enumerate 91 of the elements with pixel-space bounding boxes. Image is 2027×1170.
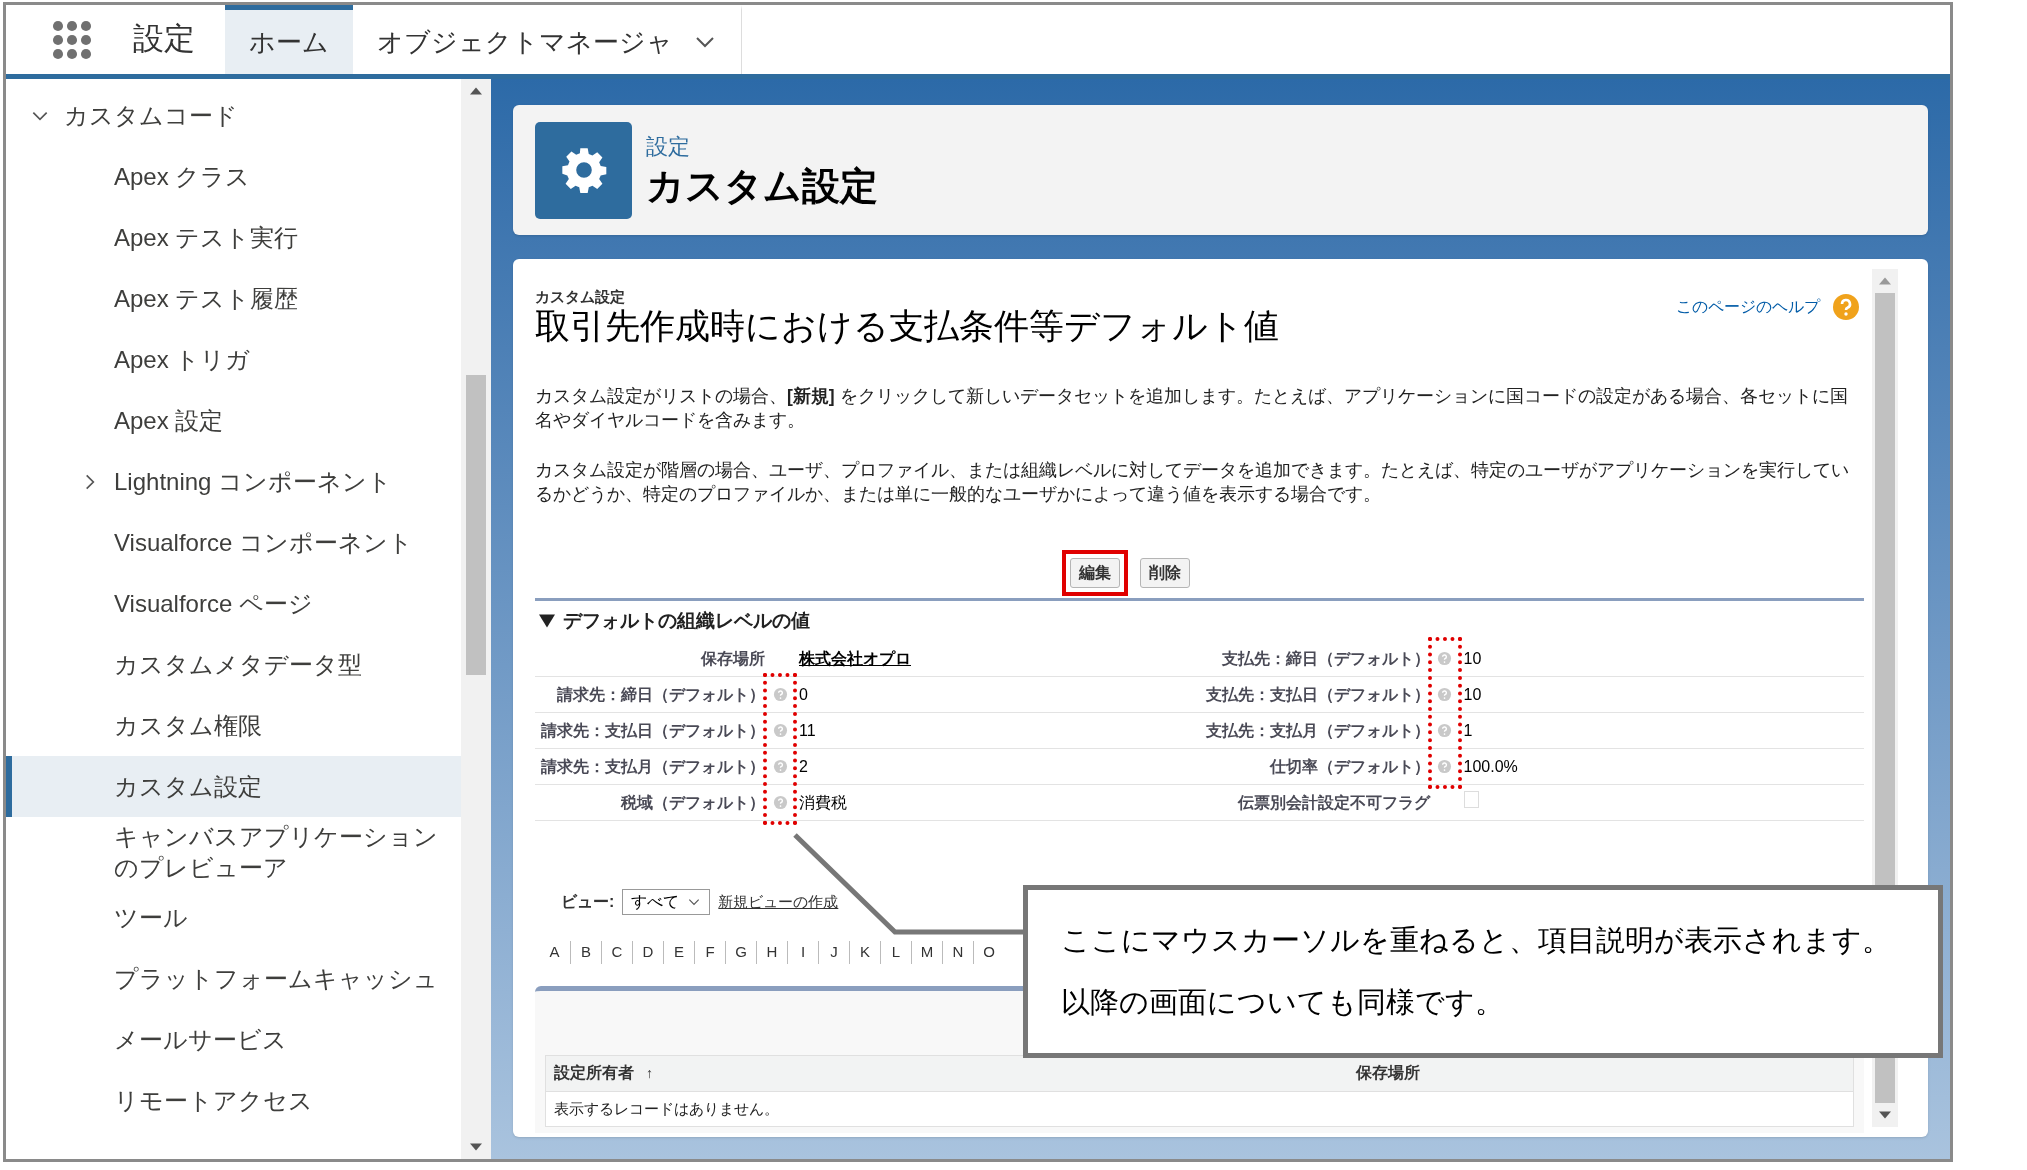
view-select[interactable]: すべて [622,889,711,916]
field-label: 伝票別会計設定不可フラグ [1236,792,1430,813]
column-header[interactable]: 設定所有者 [554,1061,634,1086]
alphabet-link[interactable]: J [818,941,849,964]
scroll-down-icon[interactable] [1879,1111,1891,1119]
action-button[interactable]: 編集 [1069,557,1120,588]
checkbox[interactable] [1463,790,1479,808]
field-value: 2 [799,757,808,775]
field-label: 請求先：支払月（デフォルト） [540,756,765,777]
view-label: ビュー: [561,892,615,913]
alphabet-link[interactable]: K [849,941,880,964]
nav-tab[interactable]: オブジェクトマネージャ [353,5,742,74]
field-label: 仕切率（デフォルト） [1268,756,1430,777]
field-value: 10 [1463,649,1482,667]
sidebar-item[interactable]: ツール [6,887,461,948]
sidebar-item[interactable]: リモートアクセス [6,1070,461,1131]
help-icon[interactable] [772,687,788,703]
app-launcher-icon[interactable] [51,18,93,61]
alphabet-link[interactable]: G [725,941,756,964]
field-value: 10 [1463,685,1482,703]
settings-icon [535,121,632,219]
help-icon[interactable] [772,759,788,775]
page-title: カスタム設定 [646,163,878,209]
help-icon[interactable] [1437,651,1452,667]
alphabet-link[interactable]: N [942,941,973,964]
field-value: 11 [799,721,816,739]
field-value: 0 [799,685,808,703]
sidebar-item[interactable]: Lightning コンポーネント [6,451,461,512]
alphabet-link[interactable]: D [632,941,663,964]
help-icon[interactable] [1437,759,1452,775]
record-title: 取引先作成時における支払条件等デフォルト値 [535,305,1279,347]
field-label: 請求先：支払日（デフォルト） [540,720,765,741]
create-view-link[interactable]: 新規ビューの作成 [718,891,839,914]
sidebar-item[interactable]: Apex テスト履歴 [6,268,461,329]
field-label: 支払先：支払日（デフォルト） [1204,684,1430,705]
alphabet-link[interactable]: L [880,941,911,964]
help-icon[interactable] [1832,293,1860,321]
sidebar-item[interactable]: メールサービス [6,1009,461,1070]
field-label: 支払先：支払月（デフォルト） [1204,720,1430,741]
help-icon[interactable] [1437,687,1452,703]
field-value: 1 [1463,721,1473,739]
eyebrow-label: カスタム設定 [535,289,626,304]
breadcrumb[interactable]: 設定 [646,129,878,163]
alphabet-link[interactable]: B [570,941,601,964]
sidebar-item[interactable]: Visualforce ページ [6,573,461,634]
callout-text: 以降の画面についても同様です。 [1061,984,1505,1020]
alphabet-link[interactable]: I [787,941,818,964]
nav-tab[interactable]: ホーム [225,5,353,74]
app-name: 設定 [133,20,195,59]
field-value: 100.0% [1463,757,1518,775]
alphabet-link[interactable]: H [756,941,787,964]
column-header[interactable]: 保存場所 [1356,1061,1420,1086]
alphabet-link[interactable]: C [601,941,632,964]
field-label: 保存場所 [699,648,765,669]
sidebar-item[interactable]: キャンバスアプリケーションのプレビューア [6,817,461,887]
field-label: 請求先：締日（デフォルト） [556,684,765,705]
help-link[interactable]: このページのヘルプ [1676,295,1820,319]
sidebar-item[interactable]: Apex クラス [6,146,461,207]
sidebar-item[interactable]: Apex テスト実行 [6,207,461,268]
description-text: カスタム設定が階層の場合、ユーザ、プロファイル、または組織レベルに対してデータを追加できます。たとえば、特定のユーザがアプリケーションを実行しているかどうか、特定のプロファイルか、または単に一般的なユーザかによって違う値を表示する場合です。 [535,458,1850,506]
sidebar-item[interactable]: カスタム権限 [6,695,461,756]
sidebar-item[interactable]: カスタムコード [6,85,461,146]
help-icon[interactable] [772,723,788,739]
sort-indicator: ↑ [646,1063,653,1083]
field-link[interactable]: 株式会社オプロ [799,649,911,667]
collapse-triangle-icon[interactable] [539,613,555,629]
action-button[interactable]: 削除 [1139,557,1190,588]
help-icon[interactable] [1437,723,1452,739]
alphabet-link[interactable]: F [694,941,725,964]
scroll-down-icon[interactable] [470,1143,482,1151]
field-label: 税域（デフォルト） [619,792,765,813]
alphabet-link[interactable]: O [973,941,1004,964]
sidebar-item[interactable]: Apex 設定 [6,390,461,451]
section-title: デフォルトの組織レベルの値 [563,608,810,633]
scrollbar-thumb[interactable] [466,375,486,675]
scroll-up-icon[interactable] [470,87,482,95]
alphabet-link[interactable]: A [539,941,570,964]
alphabet-link[interactable]: M [911,941,942,964]
sidebar-item[interactable]: Visualforce コンポーネント [6,512,461,573]
empty-message: 表示するレコードはありません。 [554,1098,779,1119]
sidebar-item[interactable]: カスタム設定 [6,756,461,817]
sidebar-item[interactable]: カスタムメタデータ型 [6,634,461,695]
help-icon[interactable] [772,795,788,811]
sidebar-item[interactable]: Apex トリガ [6,329,461,390]
description-text: カスタム設定がリストの場合、[新規] をクリックして新しいデータセットを追加します。たとえば、アプリケーションに国コードの設定がある場合、各セットに国名やダイヤルコードを含みます。 [535,384,1849,432]
field-value: 消費税 [799,793,847,811]
callout-text: ここにマウスカーソルを重ねると、項目説明が表示されます。 [1061,923,1892,958]
field-label: 支払先：締日（デフォルト） [1220,648,1430,669]
scrollbar[interactable] [461,79,491,1159]
alphabet-link[interactable]: E [663,941,694,964]
sidebar-item[interactable]: プラットフォームキャッシュ [6,948,461,1009]
